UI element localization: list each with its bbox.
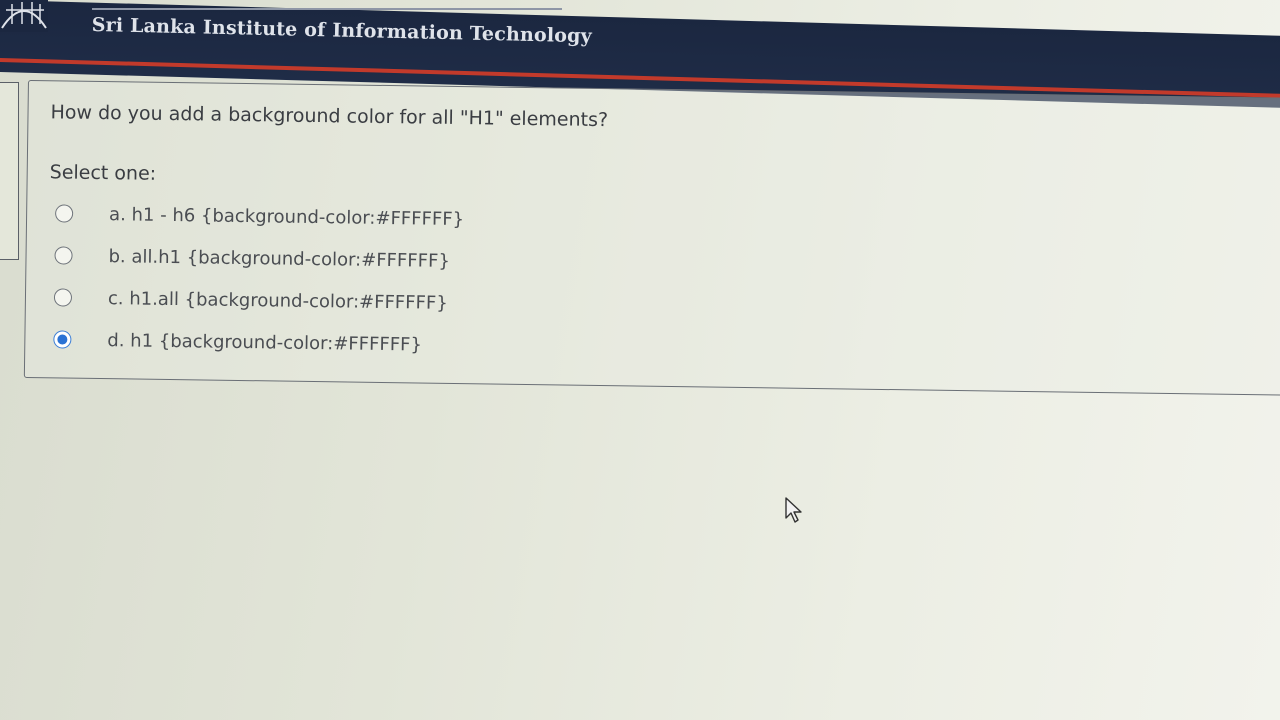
mouse-pointer-icon bbox=[785, 497, 802, 523]
side-panel-stub bbox=[0, 82, 19, 260]
answer-option-label: b. all.h1 {background-color:#FFFFFF} bbox=[108, 245, 451, 272]
slit-logo-icon[interactable] bbox=[0, 0, 48, 32]
answer-option-a[interactable]: a. h1 - h6 {background-color:#FFFFFF} bbox=[55, 199, 464, 233]
answer-option-d[interactable]: d. h1 {background-color:#FFFFFF} bbox=[53, 325, 422, 358]
radio-button-d[interactable] bbox=[53, 330, 72, 349]
radio-button-a[interactable] bbox=[55, 204, 74, 223]
question-box: How do you add a background color for al… bbox=[23, 80, 1280, 397]
answer-option-c[interactable]: c. h1.all {background-color:#FFFFFF} bbox=[53, 283, 448, 316]
answer-option-b[interactable]: b. all.h1 {background-color:#FFFFFF} bbox=[54, 241, 450, 275]
select-one-label: Select one: bbox=[49, 161, 157, 185]
answer-option-label: c. h1.all {background-color:#FFFFFF} bbox=[107, 287, 448, 314]
answer-option-label: a. h1 - h6 {background-color:#FFFFFF} bbox=[108, 203, 465, 230]
radio-button-b[interactable] bbox=[54, 246, 73, 265]
radio-button-c[interactable] bbox=[53, 288, 73, 307]
page: Sri Lanka Institute of Information Techn… bbox=[0, 0, 1280, 720]
header-divider bbox=[92, 8, 562, 10]
question-text: How do you add a background color for al… bbox=[50, 101, 609, 132]
answer-option-label: d. h1 {background-color:#FFFFFF} bbox=[107, 329, 423, 356]
